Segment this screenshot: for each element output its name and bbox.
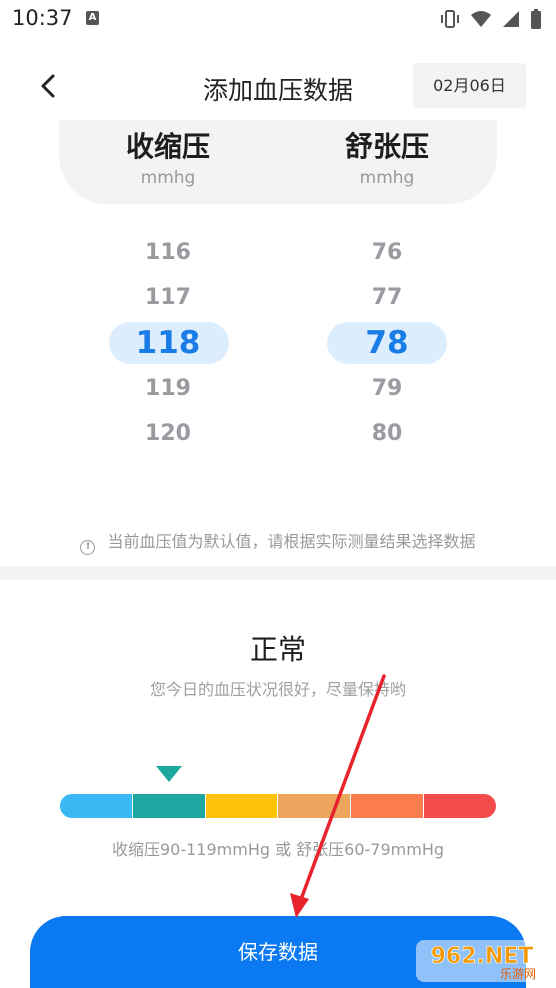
diastolic-option[interactable]: 79 [287,376,487,401]
bp-scale-bar [60,794,496,818]
watermark-logo: 962.NET 乐游网 [416,940,548,982]
scale-segment [424,794,496,818]
signal-icon [503,11,519,27]
notice-text: 当前血压值为默认值，请根据实际测量结果选择数据 [107,532,476,551]
screen: 10:37 A 添加血压数据 02月06日 收缩压 mmhg 舒张压 mmhg … [0,0,556,988]
section-divider [0,566,556,580]
default-value-notice: ! 当前血压值为默认值，请根据实际测量结果选择数据 [0,528,556,555]
watermark-subtext: 乐游网 [500,967,536,981]
header: 添加血压数据 02月06日 [0,55,556,115]
bp-status-title: 正常 [249,633,306,666]
vibrate-icon [441,10,459,28]
systolic-option[interactable]: 117 [68,285,268,310]
systolic-unit: mmhg [140,168,196,188]
bp-range-text: 收缩压90-119mmHg 或 舒张压60-79mmHg [111,840,445,859]
status-bar: 10:37 A [0,0,556,40]
bp-status-description: 您今日的血压状况很好，尽量保持哟 [149,680,406,699]
watermark-text: 962.NET [431,944,534,969]
notification-icon: A [86,11,99,25]
battery-icon [531,9,541,29]
status-icons [440,8,542,30]
diastolic-selected-value[interactable]: 78 [287,325,487,361]
diastolic-title: 舒张压 [344,130,429,163]
systolic-option[interactable]: 116 [68,240,268,265]
scale-segment [60,794,133,818]
systolic-option[interactable]: 120 [68,421,268,446]
date-selector[interactable]: 02月06日 [413,63,526,108]
status-time: 10:37 [12,6,73,30]
scale-segment [351,794,425,818]
diastolic-option[interactable]: 76 [287,240,487,265]
systolic-title: 收缩压 [125,130,210,163]
scale-segment [132,794,206,818]
scale-segment [205,794,279,818]
scale-segment [278,794,352,818]
diastolic-option[interactable]: 80 [287,421,487,446]
diastolic-option[interactable]: 77 [287,285,487,310]
diastolic-unit: mmhg [359,168,415,188]
systolic-option[interactable]: 119 [68,376,268,401]
wifi-icon [471,11,491,27]
systolic-selected-value[interactable]: 118 [68,325,268,361]
info-icon: ! [80,540,96,555]
scale-marker-icon [156,766,182,782]
